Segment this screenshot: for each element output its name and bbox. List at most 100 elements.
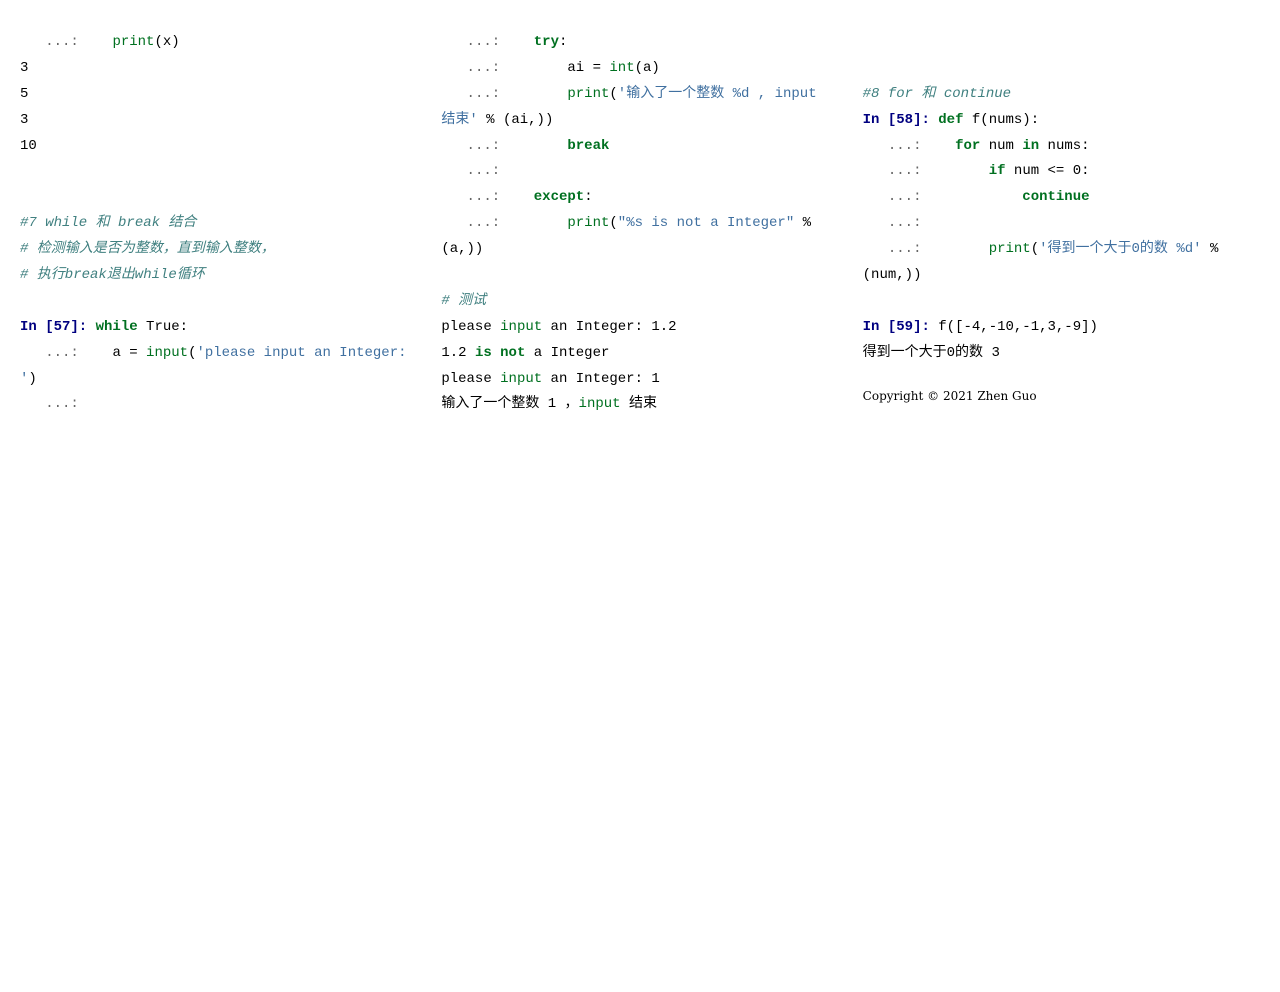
code-token: ...: <box>441 34 533 50</box>
code-line: 3 <box>20 108 417 134</box>
code-line: ...: print("%s is not a Integer" % (a,)) <box>441 211 838 263</box>
code-line <box>20 289 417 315</box>
code-token: while <box>96 319 138 335</box>
code-token: print <box>989 241 1031 257</box>
code-token: break <box>567 138 609 154</box>
code-line: # 执行break退出while循环 <box>20 263 417 289</box>
code-token: 5 <box>20 86 28 102</box>
code-token: ...: <box>863 138 955 154</box>
code-token: a = <box>112 345 146 361</box>
code-line <box>20 159 417 185</box>
code-line: In [59]: f([-4,-10,-1,3,-9]) <box>863 315 1260 341</box>
code-token: '得到一个大于0的数 %d' <box>1039 241 1201 257</box>
code-token: ...: <box>441 163 500 179</box>
code-token: 结束 <box>621 396 657 412</box>
code-token: In [58]: <box>863 112 939 128</box>
code-token: ...: <box>20 396 112 412</box>
code-token: num <= 0: <box>1006 163 1090 179</box>
code-token: f(nums): <box>964 112 1040 128</box>
code-token: ...: <box>20 345 112 361</box>
code-line: 得到一个大于0的数 3 <box>863 341 1260 367</box>
code-line: # 检测输入是否为整数，直到输入整数， <box>20 237 417 263</box>
code-token: 得到一个大于0的数 3 <box>863 345 1000 361</box>
code-token: num <box>980 138 1022 154</box>
code-token: #8 for 和 continue <box>863 86 1011 102</box>
code-token: input <box>500 319 542 335</box>
code-line: ...: a = input('please input an Integer:… <box>20 341 417 393</box>
code-columns-container: ...: print(x)35310 #7 while 和 break 结合# … <box>20 30 1260 418</box>
code-token: ...: <box>863 241 989 257</box>
column-2: ...: try: ...: ai = int(a) ...: print('输… <box>441 30 838 418</box>
code-token: (a) <box>635 60 660 76</box>
code-token: except <box>534 189 584 205</box>
code-token: In [57]: <box>20 319 96 335</box>
code-line: ...: ai = int(a) <box>441 56 838 82</box>
code-line: ...: try: <box>441 30 838 56</box>
code-token: #7 while 和 break 结合 <box>20 215 196 231</box>
code-token: 10 <box>20 138 37 154</box>
code-token <box>863 34 871 50</box>
code-line <box>441 263 838 289</box>
code-token: ( <box>1031 241 1039 257</box>
code-token: : <box>559 34 567 50</box>
code-token: input <box>579 396 621 412</box>
code-token: an Integer: 1 <box>542 371 660 387</box>
code-line: ...: for num in nums: <box>863 134 1260 160</box>
code-token: ...: <box>863 163 989 179</box>
code-token: 3 <box>20 112 28 128</box>
code-token: "%s is not a Integer" <box>618 215 794 231</box>
code-token <box>492 345 500 361</box>
code-line: 5 <box>20 82 417 108</box>
code-token: (x) <box>154 34 179 50</box>
code-line: please input an Integer: 1 <box>441 367 838 393</box>
code-token: ai = <box>567 60 609 76</box>
code-token <box>863 60 871 76</box>
code-line: #7 while 和 break 结合 <box>20 211 417 237</box>
code-token: f([-4,-10,-1,3,-9]) <box>938 319 1098 335</box>
code-line: ...: <box>863 211 1260 237</box>
code-token: for <box>955 138 980 154</box>
code-token: print <box>567 86 609 102</box>
code-line: # 测试 <box>441 289 838 315</box>
code-line <box>863 56 1260 82</box>
column-3: #8 for 和 continue In [58]: def f(nums): .… <box>863 30 1260 418</box>
code-token: ...: <box>863 215 922 231</box>
code-token <box>20 293 28 309</box>
code-line: ...: continue <box>863 185 1260 211</box>
code-line <box>20 185 417 211</box>
code-token: input <box>500 371 542 387</box>
code-token <box>863 293 871 309</box>
code-token: in <box>1022 138 1039 154</box>
code-token: ) <box>28 371 36 387</box>
code-token: int <box>609 60 634 76</box>
code-token: # 测试 <box>441 293 486 309</box>
code-token: 输入了一个整数 1 ， <box>441 396 578 412</box>
code-line: #8 for 和 continue <box>863 82 1260 108</box>
code-token <box>20 189 28 205</box>
code-line: In [58]: def f(nums): <box>863 108 1260 134</box>
code-line: ...: <box>441 159 838 185</box>
code-token: : <box>584 189 592 205</box>
code-line: 1.2 is not a Integer <box>441 341 838 367</box>
code-token: def <box>938 112 963 128</box>
code-token: continue <box>1022 189 1089 205</box>
code-token: True: <box>138 319 188 335</box>
code-token: is <box>475 345 492 361</box>
copyright-text: Copyright © 2021 Zhen Guo <box>863 385 1260 407</box>
code-token: In [59]: <box>863 319 939 335</box>
code-line <box>863 30 1260 56</box>
code-token <box>441 267 449 283</box>
code-token: 3 <box>20 60 28 76</box>
code-token: print <box>112 34 154 50</box>
code-line: 输入了一个整数 1 ，input 结束 <box>441 392 838 418</box>
code-token: ...: <box>441 60 567 76</box>
code-token: please <box>441 319 500 335</box>
code-token: nums: <box>1039 138 1089 154</box>
code-token: an Integer: 1.2 <box>542 319 676 335</box>
code-token: 1.2 <box>441 345 475 361</box>
code-token: please <box>441 371 500 387</box>
code-line: ...: print(x) <box>20 30 417 56</box>
code-line: In [57]: while True: <box>20 315 417 341</box>
code-token: ( <box>609 215 617 231</box>
code-token: not <box>500 345 525 361</box>
